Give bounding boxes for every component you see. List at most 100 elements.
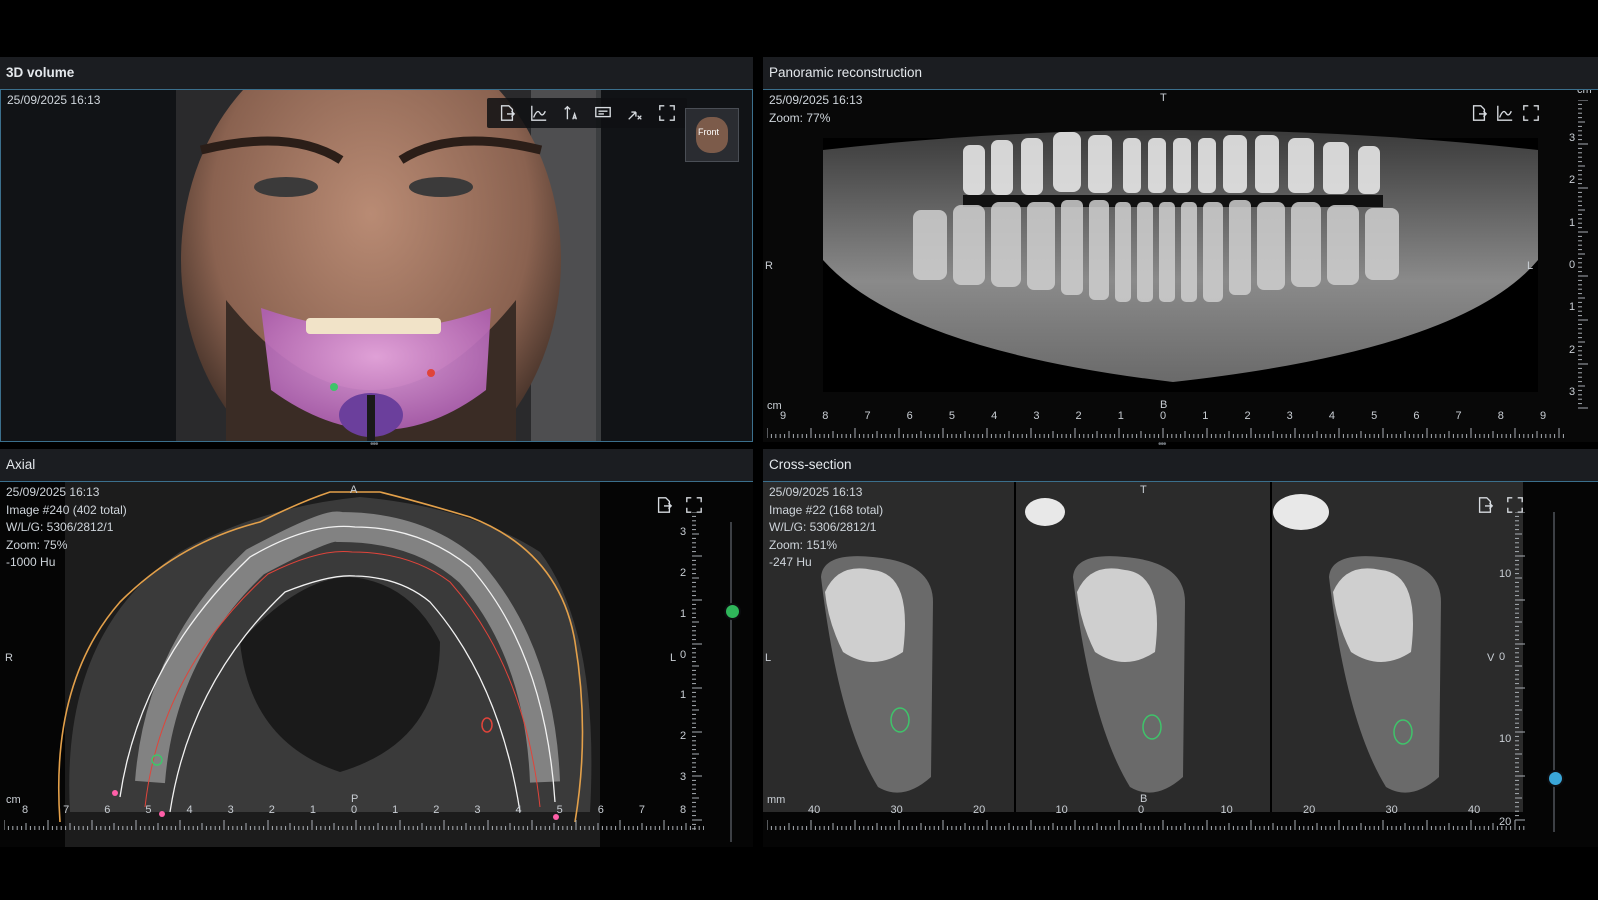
axis-tick-label: 10 xyxy=(1499,733,1512,746)
window-level: W/L/G: 5306/2812/1 xyxy=(6,520,114,534)
orientation-cube[interactable]: Front xyxy=(685,108,739,162)
axis-tick-label: 2 xyxy=(1569,174,1576,187)
axis-tick-label: 10 xyxy=(1055,804,1068,816)
axis-tick-label: 5 xyxy=(145,804,152,816)
splitter-grip-left[interactable]: ••• xyxy=(370,439,378,450)
orient-right: L xyxy=(1527,260,1534,272)
axis-tick-label: 2 xyxy=(268,804,275,816)
overlay-info: 25/09/2025 16:13 Image #22 (168 total) W… xyxy=(769,484,883,572)
axis-tick-label: 9 xyxy=(1540,410,1547,422)
pane-title: 3D volume xyxy=(0,57,753,90)
toolbar-3d xyxy=(487,98,687,128)
axis-tick-label: 2 xyxy=(680,730,687,743)
splitter-grip-right[interactable]: ••• xyxy=(1158,439,1166,450)
zoom-readout: Zoom: 151% xyxy=(769,537,838,552)
orient-left: L xyxy=(765,652,772,664)
axis-tick-label: 30 xyxy=(1385,804,1398,816)
slice-slider-track[interactable] xyxy=(730,522,732,842)
axis-tick-label: 8 xyxy=(680,804,687,816)
axis-tick-label: 8 xyxy=(1497,410,1504,422)
axis-tick-label: 2 xyxy=(1244,410,1251,422)
export-icon[interactable] xyxy=(495,102,519,124)
axis-tick-label: 3 xyxy=(1569,386,1576,398)
orient-left: R xyxy=(765,260,773,272)
fullscreen-icon[interactable] xyxy=(655,102,679,124)
image-index: Image #240 (402 total) xyxy=(6,502,127,517)
zoom-readout: Zoom: 77% xyxy=(769,110,831,125)
axis-tick-label: 0 xyxy=(351,804,358,816)
slice-slider-knob[interactable] xyxy=(1547,770,1564,787)
viewport-panoramic[interactable]: 25/09/2025 16:13 Zoom: 77% T R L B cm cm… xyxy=(763,90,1598,442)
axis-tick-label: 1 xyxy=(1117,410,1124,422)
export-icon[interactable] xyxy=(1467,102,1491,124)
panoramic-image xyxy=(823,130,1538,392)
viewport-axial[interactable]: 25/09/2025 16:13 Image #240 (402 total) … xyxy=(0,482,753,847)
window-level: W/L/G: 5306/2812/1 xyxy=(769,520,877,534)
axis-tick-label: 2 xyxy=(1569,343,1576,356)
fullscreen-icon[interactable] xyxy=(1519,102,1543,124)
axis-tick-label: 1 xyxy=(392,804,399,816)
orient-top: A xyxy=(350,484,358,496)
orient-left: R xyxy=(5,652,13,664)
axis-tick-label: 7 xyxy=(63,804,70,816)
axis-tick-label: 40 xyxy=(1468,804,1481,816)
axis-tick-label: 0 xyxy=(680,648,687,661)
axis-tick-label: 3 xyxy=(680,526,687,538)
axis-tick-label: 6 xyxy=(597,804,604,816)
timestamp: 25/09/2025 16:13 xyxy=(6,485,100,499)
unit-label: mm xyxy=(767,794,786,806)
axis-tick-label: 7 xyxy=(1455,410,1462,422)
axis-tick-label: 20 xyxy=(1303,804,1316,816)
orient-top: T xyxy=(1160,92,1167,104)
face-render xyxy=(176,90,601,441)
annotate-icon[interactable] xyxy=(591,102,615,124)
axis-tick-label: 5 xyxy=(556,804,563,816)
sort-axis-icon[interactable] xyxy=(559,102,583,124)
viewport-3d[interactable]: 25/09/2025 16:13 Front xyxy=(0,90,753,442)
orientation-label: Front xyxy=(698,127,720,137)
right-ruler[interactable] xyxy=(1515,512,1527,822)
axis-tick-label: 7 xyxy=(864,410,871,422)
export-icon[interactable] xyxy=(652,494,676,516)
axis-tick-label: 20 xyxy=(973,804,986,816)
bottom-ruler[interactable] xyxy=(767,424,1567,438)
axis-tick-label: 0 xyxy=(1160,410,1167,422)
slice-slider-knob[interactable] xyxy=(724,603,741,620)
axis-tick-label: 40 xyxy=(808,804,821,816)
pane-3d-volume: 3D volume 25/09/2025 16:13 Front xyxy=(0,57,753,442)
axis-tick-label: 0 xyxy=(1569,259,1576,271)
axis-tick-label: 1 xyxy=(309,804,316,816)
axis-tick-label: 9 xyxy=(780,410,787,422)
right-ruler[interactable] xyxy=(692,512,704,832)
axis-tick-label: 3 xyxy=(474,804,481,816)
axis-tick-label: 3 xyxy=(1286,410,1293,422)
unit-label-right: cm xyxy=(1577,90,1592,96)
axis-tick-label: 2 xyxy=(1075,410,1082,422)
axis-tick-label: 2 xyxy=(680,566,687,579)
right-ruler[interactable] xyxy=(1578,100,1590,410)
pane-panoramic: Panoramic reconstruction 25/09/2025 16:1… xyxy=(763,57,1598,442)
axis-tick-label: 3 xyxy=(1569,132,1576,144)
export-icon[interactable] xyxy=(1473,494,1497,516)
zoom-readout: Zoom: 75% xyxy=(6,537,68,552)
unit-label: cm xyxy=(6,794,21,806)
axis-tick-label: 7 xyxy=(638,804,645,816)
bottom-ruler[interactable] xyxy=(4,816,704,830)
axis-tick-label: 5 xyxy=(1371,410,1378,422)
viewport-cross-section[interactable]: 25/09/2025 16:13 Image #22 (168 total) W… xyxy=(763,482,1598,847)
pane-axial: Axial 25/09/2025 16:13 Image #240 (402 t… xyxy=(0,449,753,847)
overlay-info: 25/09/2025 16:13 xyxy=(7,92,100,110)
axis-tick-label: 3 xyxy=(1033,410,1040,422)
reset-view-icon[interactable] xyxy=(623,102,647,124)
axis-tick-label: 1 xyxy=(680,607,687,620)
toolbar-panoramic xyxy=(1463,98,1547,128)
histogram-icon[interactable] xyxy=(1493,102,1517,124)
pane-title: Axial xyxy=(0,449,753,482)
axis-tick-label: 8 xyxy=(822,410,829,422)
pane-cross-section: Cross-section 25/09/2025 16:13 Image #22… xyxy=(763,449,1598,847)
bottom-ruler[interactable] xyxy=(767,816,1527,830)
image-index: Image #22 (168 total) xyxy=(769,502,884,517)
histogram-icon[interactable] xyxy=(527,102,551,124)
axis-tick-label: 30 xyxy=(890,804,903,816)
overlay-info: 25/09/2025 16:13 Zoom: 77% xyxy=(769,92,862,127)
